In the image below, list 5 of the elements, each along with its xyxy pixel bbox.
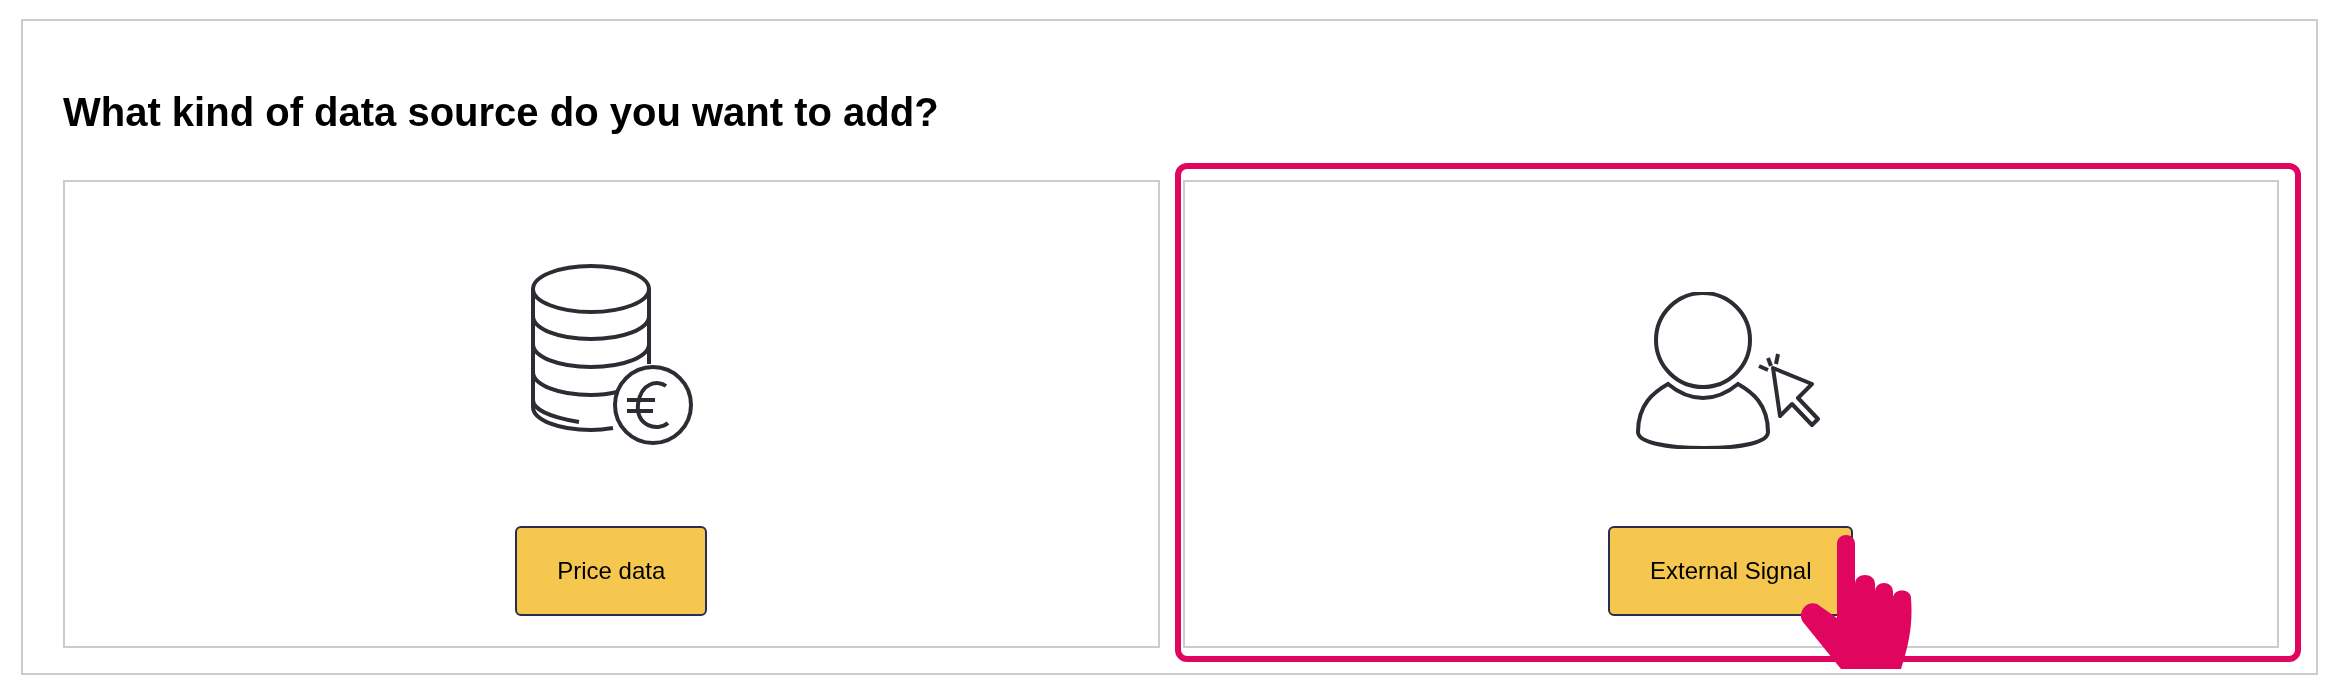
page-heading: What kind of data source do you want to add? xyxy=(63,92,940,132)
option-button[interactable]: External Signal xyxy=(1608,526,1854,616)
option-card[interactable]: Price data xyxy=(63,180,1160,648)
option-card[interactable]: External Signal xyxy=(1182,180,2279,648)
option-button[interactable]: Price data xyxy=(515,526,708,616)
